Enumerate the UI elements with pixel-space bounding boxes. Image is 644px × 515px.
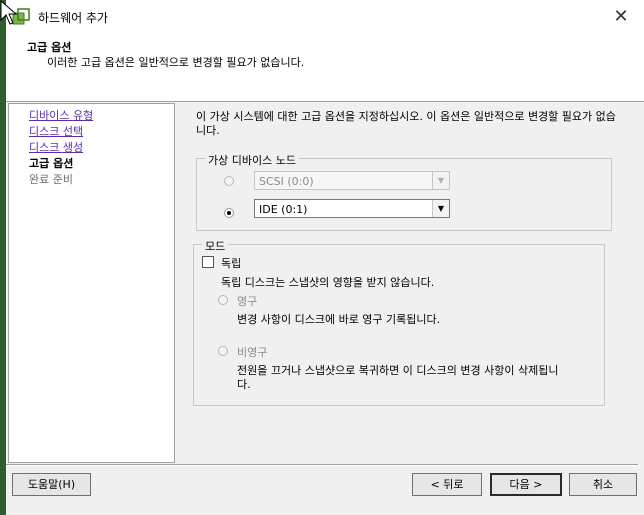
- mouse-pointer-icon: [0, 0, 18, 25]
- wizard-header: 고급 옵션 이러한 고급 옵션은 일반적으로 변경할 필요가 없습니다.: [6, 34, 644, 102]
- persistent-label: 영구: [237, 295, 258, 308]
- help-button[interactable]: 도움말(H): [12, 473, 91, 496]
- back-button[interactable]: < 뒤로: [412, 473, 482, 496]
- independent-description: 독립 디스크는 스냅샷의 영향을 받지 않습니다.: [221, 276, 435, 289]
- scsi-node-value: SCSI (0:0): [259, 175, 314, 188]
- nonpersistent-label: 비영구: [237, 346, 268, 359]
- persistent-description: 변경 사항이 디스크에 바로 영구 기록됩니다.: [237, 313, 441, 326]
- wizard-steps-panel: 디바이스 유형 디스크 선택 디스크 생성 고급 옵션 완료 준비: [8, 103, 175, 463]
- header-subtitle: 이러한 고급 옵션은 일반적으로 변경할 필요가 없습니다.: [47, 56, 305, 69]
- step-create-disk[interactable]: 디스크 생성: [29, 139, 83, 155]
- header-title: 고급 옵션: [27, 41, 72, 54]
- virtual-device-node-group: 가상 디바이스 노드 SCSI (0:0) ▼ IDE (0:1) ▼: [196, 152, 612, 231]
- nonpersistent-radio[interactable]: [218, 346, 228, 356]
- independent-label[interactable]: 독립: [221, 255, 241, 271]
- nonpersistent-description-line2: 다.: [237, 378, 251, 391]
- add-hardware-dialog: 하드웨어 추가 ✕ 고급 옵션 이러한 고급 옵션은 일반적으로 변경할 필요가…: [0, 0, 644, 515]
- next-button[interactable]: 다음 >: [490, 473, 562, 496]
- close-icon[interactable]: ✕: [608, 4, 634, 30]
- cancel-button[interactable]: 취소: [569, 473, 637, 496]
- footer-divider: [6, 464, 638, 466]
- persistent-radio[interactable]: [218, 295, 228, 305]
- step-advanced-options: 고급 옵션: [29, 157, 74, 170]
- nonpersistent-description-line1: 전원을 끄거나 스냅샷으로 복귀하면 이 디스크의 변경 사항이 삭제됩니: [237, 364, 559, 377]
- mode-group: 모드 독립 독립 디스크는 스냅샷의 영향을 받지 않습니다. 영구 변경 사항…: [193, 238, 605, 406]
- ide-node-select[interactable]: IDE (0:1) ▼: [254, 199, 450, 218]
- chevron-down-icon: ▼: [432, 200, 449, 217]
- scsi-node-select[interactable]: SCSI (0:0) ▼: [254, 171, 450, 190]
- window-title: 하드웨어 추가: [38, 11, 109, 25]
- step-select-disk[interactable]: 디스크 선택: [29, 123, 83, 139]
- main-content: 이 가상 시스템에 대한 고급 옵션을 지정하십시오. 이 옵션은 일반적으로 …: [174, 103, 624, 463]
- ide-node-value: IDE (0:1): [259, 203, 308, 216]
- step-device-type[interactable]: 디바이스 유형: [29, 107, 93, 123]
- chevron-down-icon: ▼: [432, 172, 449, 189]
- virtual-device-node-label: 가상 디바이스 노드: [205, 152, 299, 168]
- ide-radio[interactable]: [224, 208, 234, 218]
- step-ready-to-complete: 완료 준비: [29, 173, 73, 186]
- page-description: 이 가상 시스템에 대한 고급 옵션을 지정하십시오. 이 옵션은 일반적으로 …: [196, 110, 616, 137]
- independent-checkbox[interactable]: [202, 256, 214, 268]
- title-bar: 하드웨어 추가 ✕: [6, 0, 644, 35]
- mode-label: 모드: [202, 238, 229, 254]
- scsi-radio[interactable]: [224, 176, 234, 186]
